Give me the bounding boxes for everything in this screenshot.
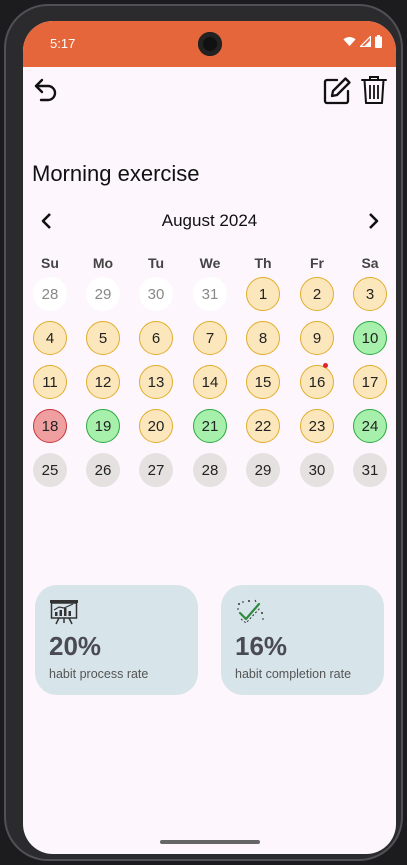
status-icons [343, 35, 382, 48]
delete-button[interactable] [361, 75, 387, 105]
weekday-fr: Fr [310, 255, 324, 271]
completion-rate-label: habit completion rate [235, 667, 352, 681]
calendar-day[interactable]: 5 [86, 321, 120, 355]
process-rate-card: 20% habit process rate [35, 585, 198, 695]
completion-rate-card: 16% habit completion rate [221, 585, 384, 695]
calendar-day[interactable]: 11 [33, 365, 67, 399]
weekday-we: We [199, 255, 221, 271]
weekday-th: Th [254, 255, 272, 271]
calendar-grid: 28 29 30 31 1 2 3 4 5 6 7 8 9 10 11 12 13 14 15 16 17 18 19 20 2… [23, 21, 396, 854]
calendar-day[interactable]: 2 [300, 277, 334, 311]
edit-icon [323, 77, 351, 105]
checkmark-badge-icon [237, 599, 264, 624]
back-button[interactable] [32, 76, 60, 104]
weekday-su: Su [41, 255, 59, 271]
completion-rate-value: 16% [235, 631, 288, 661]
next-month-button[interactable] [363, 211, 383, 231]
calendar-day-outside[interactable]: 28 [33, 277, 67, 311]
calendar-day-outside[interactable]: 31 [193, 277, 227, 311]
chevron-left-icon [41, 213, 51, 229]
edit-button[interactable] [322, 76, 352, 106]
calendar-day[interactable]: 22 [246, 409, 280, 443]
calendar-day[interactable]: 3 [353, 277, 387, 311]
status-time: 5:17 [50, 36, 76, 51]
calendar-day[interactable]: 26 [86, 453, 120, 487]
trash-icon [361, 76, 387, 104]
front-camera [198, 32, 222, 56]
calendar-day[interactable]: 25 [33, 453, 67, 487]
presentation-chart-icon [50, 600, 78, 625]
month-label: August 2024 [161, 211, 258, 230]
calendar-day-outside[interactable]: 29 [86, 277, 120, 311]
chevron-right-icon [369, 213, 379, 229]
weekday-header: Su Mo Tu We Th Fr Sa [23, 255, 396, 271]
calendar-day[interactable]: 12 [86, 365, 120, 399]
habit-title: Morning exercise [32, 161, 200, 186]
undo-icon [34, 78, 57, 102]
calendar-day[interactable]: 10 [353, 321, 387, 355]
wifi-icon [343, 37, 356, 47]
home-indicator[interactable] [160, 840, 260, 844]
weekday-mo: Mo [92, 255, 114, 271]
calendar-day-outside[interactable]: 30 [139, 277, 173, 311]
calendar-day[interactable]: 24 [353, 409, 387, 443]
calendar-day[interactable]: 18 [33, 409, 67, 443]
battery-icon [375, 35, 382, 48]
calendar-day[interactable]: 14 [193, 365, 227, 399]
calendar-day[interactable]: 28 [193, 453, 227, 487]
status-bar: 5:17 [23, 21, 396, 67]
process-rate-value: 20% [49, 631, 102, 661]
calendar-day[interactable]: 31 [353, 453, 387, 487]
calendar-day[interactable]: 15 [246, 365, 280, 399]
phone-frame: 5:17 Morning exercise August 2024 Su Mo … [4, 4, 403, 861]
calendar-day[interactable]: 6 [139, 321, 173, 355]
process-rate-label: habit process rate [49, 667, 149, 681]
calendar-day[interactable]: 30 [300, 453, 334, 487]
calendar-day[interactable]: 7 [193, 321, 227, 355]
calendar-day[interactable]: 13 [139, 365, 173, 399]
calendar-day[interactable]: 19 [86, 409, 120, 443]
calendar-day[interactable]: 17 [353, 365, 387, 399]
calendar-day[interactable]: 21 [193, 409, 227, 443]
signal-icon [360, 36, 371, 47]
calendar-day[interactable]: 20 [139, 409, 173, 443]
calendar-day[interactable]: 16 [300, 365, 334, 399]
calendar-day[interactable]: 1 [246, 277, 280, 311]
previous-month-button[interactable] [37, 211, 57, 231]
calendar-day[interactable]: 29 [246, 453, 280, 487]
calendar-day[interactable]: 9 [300, 321, 334, 355]
weekday-tu: Tu [147, 255, 165, 271]
app-screen: 5:17 Morning exercise August 2024 Su Mo … [23, 21, 396, 854]
calendar-day[interactable]: 23 [300, 409, 334, 443]
weekday-sa: Sa [361, 255, 379, 271]
calendar-day[interactable]: 27 [139, 453, 173, 487]
calendar-day[interactable]: 4 [33, 321, 67, 355]
calendar-day[interactable]: 8 [246, 321, 280, 355]
